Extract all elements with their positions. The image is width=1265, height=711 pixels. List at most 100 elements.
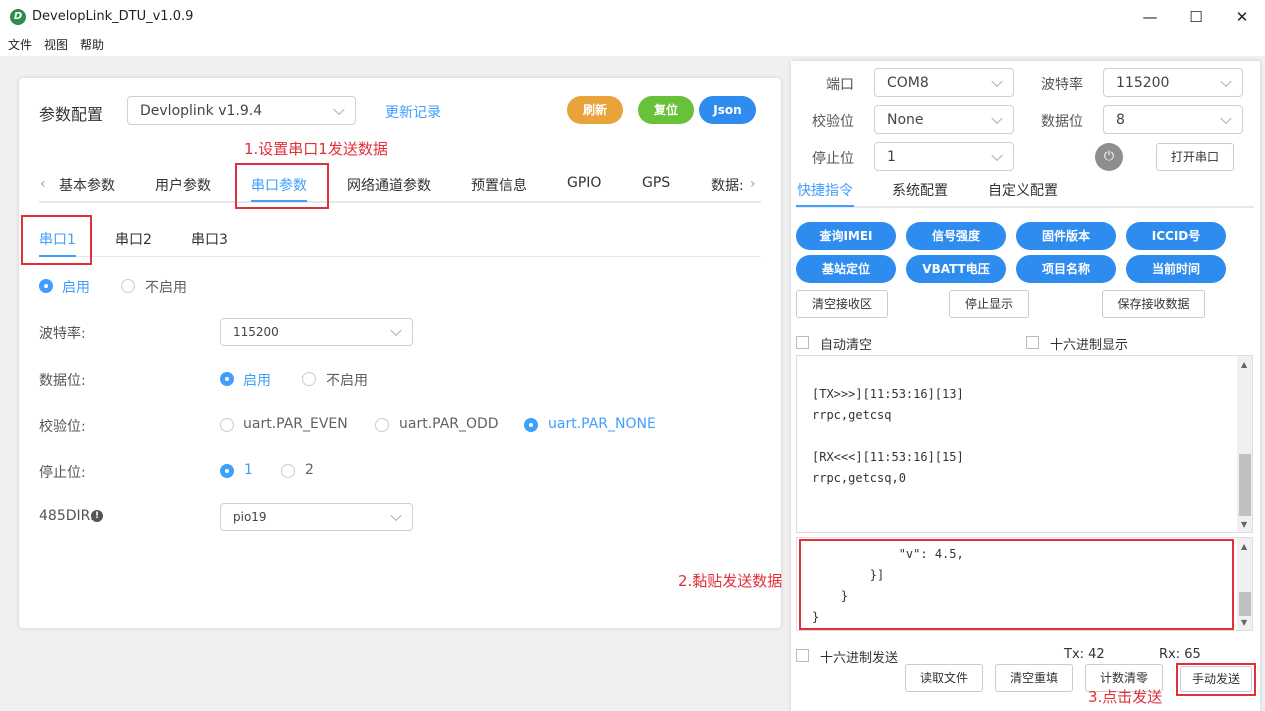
param-config-panel: [19, 78, 781, 628]
minimize-button[interactable]: —: [1127, 0, 1173, 34]
tab-system-config[interactable]: 系统配置: [892, 180, 948, 200]
json-button[interactable]: Json: [699, 96, 756, 124]
parity-even-radio[interactable]: [220, 418, 234, 432]
refresh-button[interactable]: 刷新: [567, 96, 623, 124]
scroll-up-icon[interactable]: ▲: [1241, 542, 1247, 551]
port-select[interactable]: COM8: [874, 68, 1014, 97]
scroll-down-icon[interactable]: ▼: [1241, 520, 1247, 529]
version-select-value: Devloplink v1.9.4: [140, 102, 263, 119]
send-scroll-thumb[interactable]: [1239, 592, 1251, 616]
menu-help[interactable]: 帮助: [80, 36, 104, 53]
port-label: 端口: [826, 77, 854, 93]
hex-display-checkbox[interactable]: [1026, 336, 1039, 349]
clear-recv-button[interactable]: 清空接收区: [796, 290, 888, 318]
serial-databit-select-value: 8: [1116, 111, 1125, 128]
cmd-current-time-button[interactable]: 当前时间: [1126, 255, 1226, 283]
disable-radio[interactable]: [121, 279, 135, 293]
tab-shortcuts[interactable]: 快捷指令: [797, 180, 853, 200]
stopbit-2-radio[interactable]: [281, 464, 295, 478]
hex-send-checkbox[interactable]: [796, 649, 809, 662]
rx-count: Rx: 65: [1159, 647, 1201, 662]
parity-label: 校验位:: [39, 419, 86, 435]
hex-display-label: 十六进制显示: [1050, 338, 1129, 353]
save-recv-button[interactable]: 保存接收数据: [1102, 290, 1205, 318]
tab-preset[interactable]: 预置信息: [471, 175, 527, 195]
cmd-query-imei-button[interactable]: 查询IMEI: [796, 222, 896, 250]
receive-log: [TX>>>][11:53:16][13] rrpc,getcsq [RX<<<][…: [812, 384, 964, 489]
subtab-uart3[interactable]: 串口3: [191, 229, 228, 249]
serial-databit-select[interactable]: 8: [1103, 105, 1243, 134]
version-select[interactable]: Devloplink v1.9.4: [127, 96, 356, 125]
stopbit-1-radio[interactable]: [220, 464, 234, 478]
dir485-select[interactable]: pio19: [220, 503, 413, 531]
serial-parity-select[interactable]: None: [874, 105, 1014, 134]
stop-display-button[interactable]: 停止显示: [949, 290, 1029, 318]
tabs-prev-icon[interactable]: ‹: [40, 176, 46, 192]
parity-none-label: uart.PAR_NONE: [548, 416, 656, 432]
menu-view[interactable]: 视图: [44, 36, 68, 53]
databit-label: 数据位:: [39, 373, 86, 389]
subtab-uart2[interactable]: 串口2: [115, 229, 152, 249]
baud-select-value: 115200: [233, 325, 279, 339]
stopbit-2-label: 2: [305, 462, 314, 478]
tabs-divider: [39, 201, 761, 203]
scroll-down-icon[interactable]: ▼: [1241, 618, 1247, 627]
annotation-box-uart-tab: [235, 163, 329, 209]
close-button[interactable]: ✕: [1219, 0, 1265, 34]
annotation-box-uart1: [21, 215, 92, 265]
serial-baud-select[interactable]: 115200: [1103, 68, 1243, 97]
cmd-location-button[interactable]: 基站定位: [796, 255, 896, 283]
power-icon[interactable]: ⏻: [1095, 143, 1123, 171]
serial-databit-label: 数据位: [1041, 114, 1083, 130]
tab-custom-config[interactable]: 自定义配置: [988, 180, 1058, 200]
receive-textarea[interactable]: [TX>>>][11:53:16][13] rrpc,getcsq [RX<<<][…: [796, 355, 1253, 533]
send-scrollbar[interactable]: [1237, 538, 1252, 630]
serial-baud-label: 波特率: [1041, 77, 1083, 93]
maximize-button[interactable]: ☐: [1173, 0, 1219, 34]
parity-even-label: uart.PAR_EVEN: [243, 416, 348, 432]
cmd-iccid-button[interactable]: ICCID号: [1126, 222, 1226, 250]
changelog-link[interactable]: 更新记录: [385, 102, 441, 122]
chevron-down-icon: [991, 112, 1003, 124]
tab-basic[interactable]: 基本参数: [59, 175, 115, 195]
page-title: 参数配置: [39, 105, 104, 124]
info-icon[interactable]: !: [91, 510, 103, 522]
tab-gps[interactable]: GPS: [642, 175, 670, 191]
tab-user[interactable]: 用户参数: [155, 175, 211, 195]
serial-stopbit-select[interactable]: 1: [874, 142, 1014, 171]
chevron-down-icon: [333, 103, 345, 115]
databit-enable-radio[interactable]: [220, 372, 234, 386]
parity-odd-radio[interactable]: [375, 418, 389, 432]
right-tab-active-indicator: [796, 205, 854, 207]
receive-scroll-thumb[interactable]: [1239, 454, 1251, 516]
auto-clear-checkbox[interactable]: [796, 336, 809, 349]
cmd-firmware-button[interactable]: 固件版本: [1016, 222, 1116, 250]
baud-select[interactable]: 115200: [220, 318, 413, 346]
reset-button[interactable]: 复位: [638, 96, 694, 124]
parity-odd-label: uart.PAR_ODD: [399, 416, 499, 432]
tab-gpio[interactable]: GPIO: [567, 175, 601, 191]
dir485-select-value: pio19: [233, 510, 267, 524]
menu-file[interactable]: 文件: [8, 36, 32, 53]
tab-network[interactable]: 网络通道参数: [347, 175, 431, 195]
open-port-button[interactable]: 打开串口: [1156, 143, 1234, 171]
cmd-project-name-button[interactable]: 项目名称: [1016, 255, 1116, 283]
clear-refill-button[interactable]: 清空重填: [995, 664, 1073, 692]
read-file-button[interactable]: 读取文件: [905, 664, 983, 692]
databit-disable-radio[interactable]: [302, 372, 316, 386]
enable-radio[interactable]: [39, 279, 53, 293]
serial-stopbit-select-value: 1: [887, 148, 896, 165]
menu-bar: [0, 34, 1265, 56]
scroll-up-icon[interactable]: ▲: [1241, 360, 1247, 369]
chevron-down-icon: [1220, 75, 1232, 87]
tx-count: Tx: 42: [1064, 647, 1105, 662]
cmd-signal-button[interactable]: 信号强度: [906, 222, 1006, 250]
parity-none-radio[interactable]: [524, 418, 538, 432]
cmd-vbatt-button[interactable]: VBATT电压: [906, 255, 1006, 283]
dir485-label: 485DIR:: [39, 508, 95, 524]
serial-stopbit-label: 停止位: [812, 151, 854, 167]
tab-data[interactable]: 数据:: [711, 175, 742, 195]
stopbit-label: 停止位:: [39, 465, 86, 481]
tabs-next-icon[interactable]: ›: [750, 176, 756, 192]
